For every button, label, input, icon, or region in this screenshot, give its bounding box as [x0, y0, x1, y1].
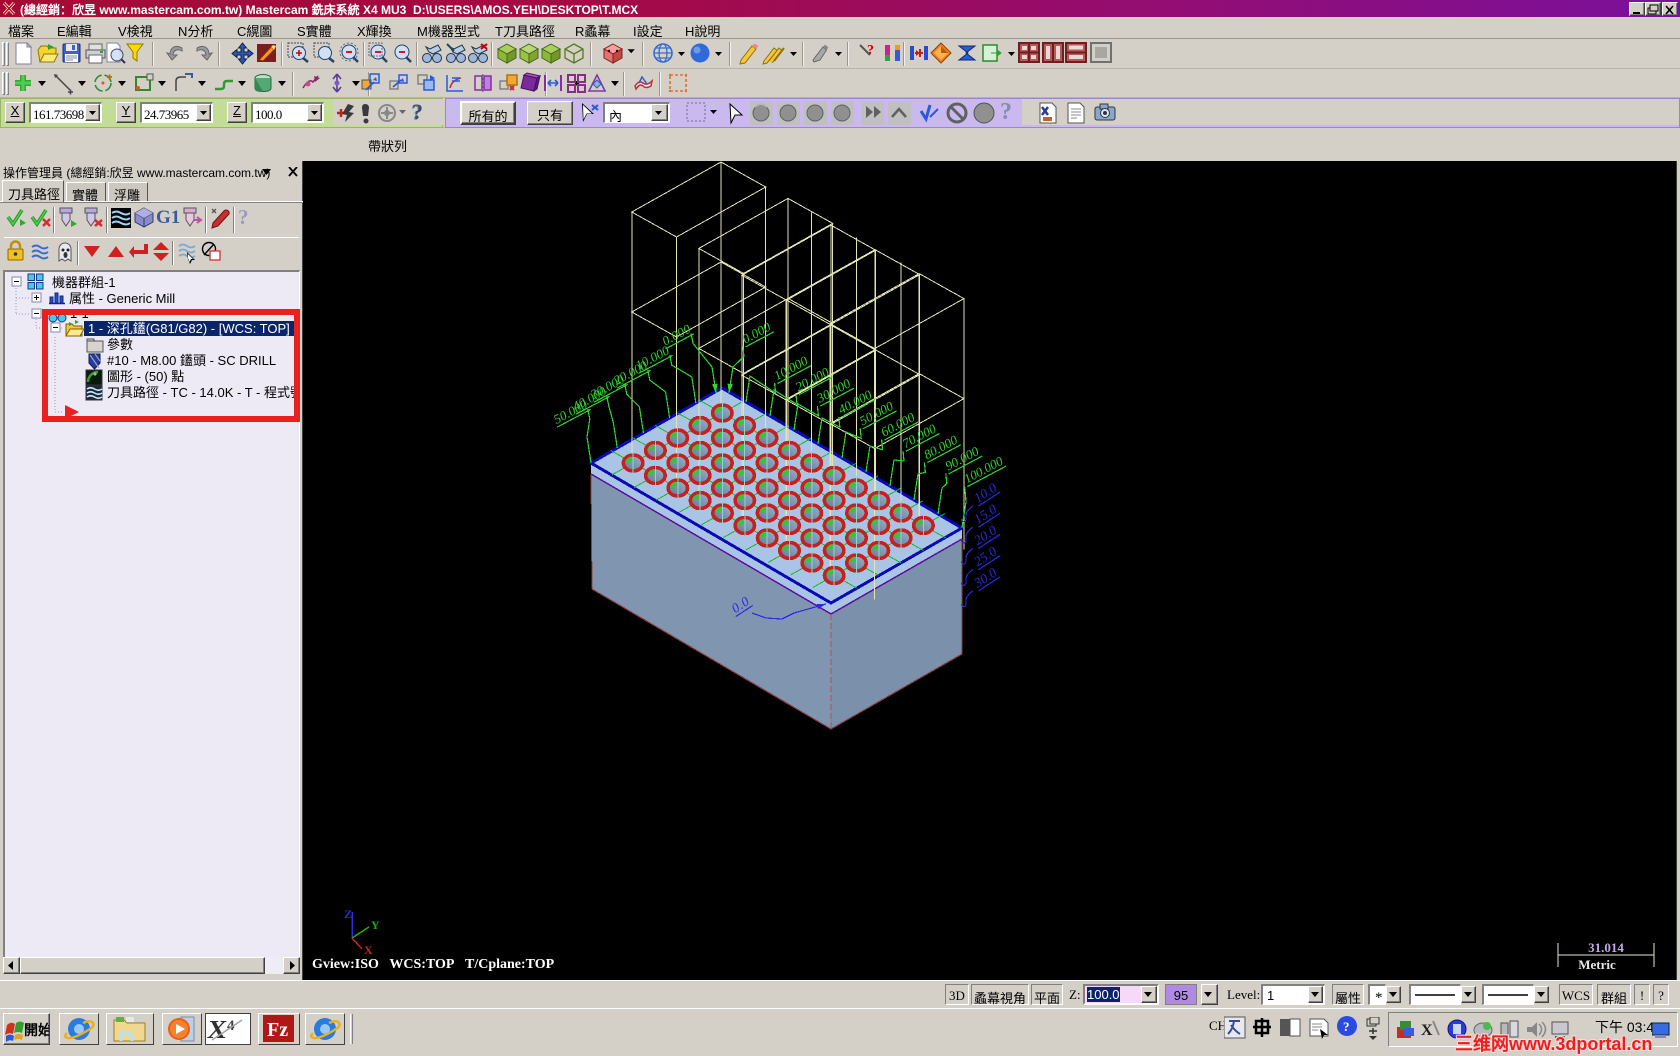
svg-text:Fz: Fz	[267, 1019, 288, 1041]
svg-text:X: X	[364, 943, 373, 957]
svg-text:開始: 開始	[24, 1022, 49, 1038]
svg-text:Gview:ISO WCS:TOP T/Cplane: Gview:ISO WCS:TOP T/Cplane:TOP	[312, 957, 555, 972]
svg-text:#10 - M8.00 鑉頭 - SC DRILL: #10 - M8.00 鑉頭 - SC DRILL	[107, 353, 276, 368]
svg-text:1 - 深孔鑉(G81/G82) - [WCS: TOP]: 1 - 深孔鑉(G81/G82) - [WCS: TOP] - [TPla	[88, 321, 300, 336]
svg-text:Metric: Metric	[1578, 957, 1616, 972]
svg-text:?: ?	[412, 99, 423, 124]
svg-text:属性 - Generic Mill: 属性 - Generic Mill	[69, 291, 175, 306]
svg-text:X: X	[1421, 1022, 1433, 1039]
svg-text:機器群組-1: 機器群組-1	[52, 275, 116, 290]
svg-text:圖形 - (50) 點: 圖形 - (50) 點	[107, 369, 184, 384]
svg-text:?: ?	[238, 205, 249, 229]
svg-text:G1: G1	[156, 207, 180, 228]
svg-text:?: ?	[1000, 99, 1012, 125]
svg-text:?: ?	[867, 43, 874, 58]
svg-text:?: ?	[1343, 1019, 1350, 1034]
svg-text:參數: 參數	[107, 337, 133, 352]
svg-text:X: X	[206, 1015, 229, 1044]
svg-text:Y: Y	[371, 918, 380, 932]
svg-text:Z: Z	[344, 907, 352, 921]
svg-text:31.014: 31.014	[1588, 940, 1624, 955]
svg-text:刀具路徑 - TC - 14.0K - T - 程式號碼: 刀具路徑 - TC - 14.0K - T - 程式號碼	[107, 385, 300, 400]
